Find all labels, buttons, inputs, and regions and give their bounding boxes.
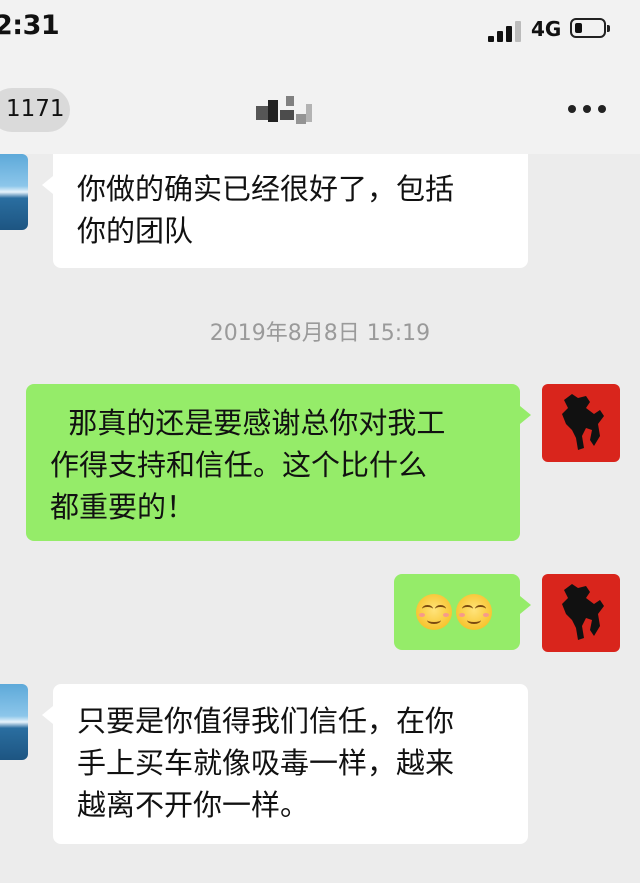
chat-timestamp: 2019年8月8日 15:19	[209, 321, 431, 346]
smiling-face-icon	[456, 594, 492, 630]
more-options-button[interactable]	[568, 102, 608, 116]
my-avatar[interactable]	[542, 574, 620, 652]
horse-logo-icon	[562, 394, 604, 450]
message-bubble-incoming[interactable]: 你做的确实已经很好了，包括 你的团队	[42, 154, 528, 268]
status-time: 2:31	[0, 10, 60, 41]
message-line: 越离不开你一样。	[77, 788, 310, 822]
contact-avatar[interactable]	[0, 684, 28, 760]
unread-count: 1171	[6, 96, 65, 122]
smiling-face-icon	[416, 594, 452, 630]
message-line: 作得支持和信任。这个比什么	[50, 448, 428, 482]
horse-logo-icon	[562, 584, 604, 640]
message-bubble-outgoing[interactable]: 那真的还是要感谢总你对我工 作得支持和信任。这个比什么 都重要的！	[26, 384, 531, 541]
back-button[interactable]: 1171	[0, 88, 70, 132]
signal-icon	[488, 20, 522, 42]
message-line: 只要是你值得我们信任，在你	[77, 704, 455, 738]
status-bar: 2:31 4G	[0, 0, 640, 62]
message-line: 那真的还是要感谢总你对我工	[50, 406, 446, 440]
message-bubble-incoming[interactable]: 只要是你值得我们信任，在你 手上买车就像吸毒一样，越来 越离不开你一样。	[42, 684, 528, 844]
chat-header: 1171	[0, 62, 640, 154]
contact-name-blurred	[252, 96, 318, 128]
my-avatar[interactable]	[542, 384, 620, 462]
chat-area[interactable]: 你做的确实已经很好了，包括 你的团队 2019年8月8日 15:19 那真的还是…	[0, 154, 640, 883]
message-line: 都重要的！	[50, 490, 196, 524]
network-type: 4G	[531, 17, 562, 41]
message-line: 你的团队	[77, 214, 194, 248]
message-line: 你做的确实已经很好了，包括	[77, 172, 455, 206]
battery-icon	[570, 18, 610, 38]
message-line: 手上买车就像吸毒一样，越来	[77, 746, 455, 780]
message-bubble-outgoing[interactable]	[394, 574, 531, 650]
contact-avatar[interactable]	[0, 154, 28, 230]
